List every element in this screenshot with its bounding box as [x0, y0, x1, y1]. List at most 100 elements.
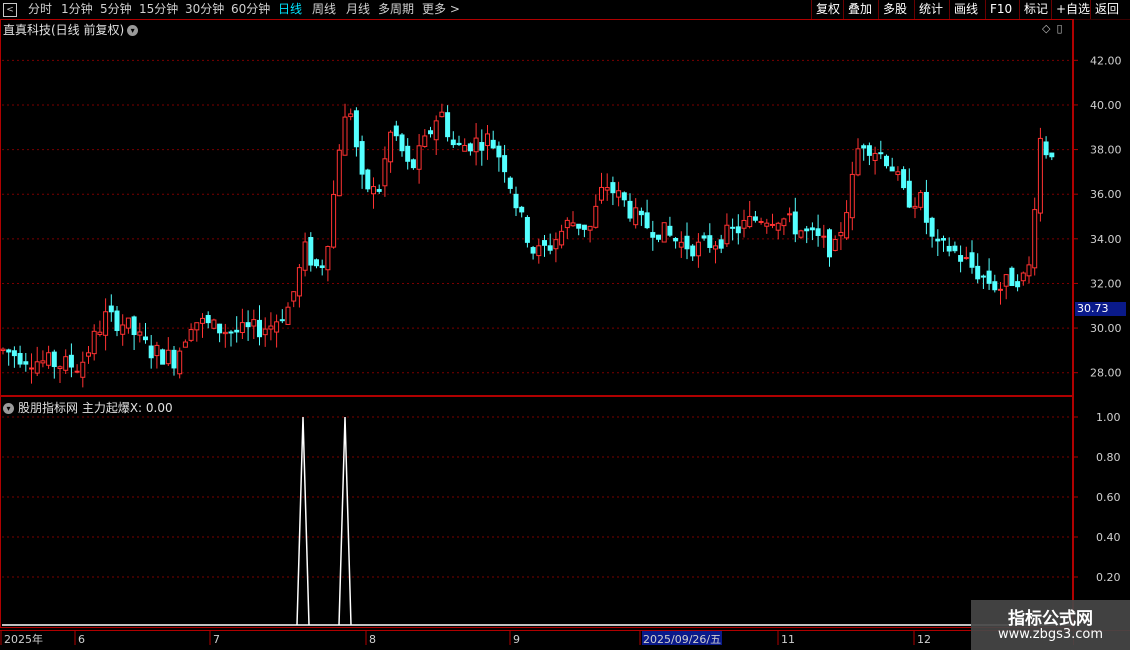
candle-up[interactable]	[251, 319, 257, 327]
candle-up[interactable]	[1026, 264, 1032, 277]
candle-down[interactable]	[1015, 281, 1021, 288]
candle-up[interactable]	[849, 173, 855, 219]
candle-up[interactable]	[120, 324, 126, 335]
candle-down[interactable]	[359, 141, 365, 175]
candle-down[interactable]	[1009, 267, 1015, 287]
candle-down[interactable]	[878, 152, 884, 155]
candle-down[interactable]	[735, 226, 741, 234]
candle-down[interactable]	[496, 145, 502, 158]
candle-down[interactable]	[638, 210, 644, 216]
candle-up[interactable]	[616, 190, 622, 198]
candle-down[interactable]	[479, 142, 485, 151]
candle-down[interactable]	[513, 193, 519, 209]
candle-down[interactable]	[51, 351, 57, 368]
candle-up[interactable]	[918, 192, 924, 208]
candle-down[interactable]	[884, 155, 889, 167]
candle-up[interactable]	[57, 366, 63, 370]
candle-down[interactable]	[519, 206, 525, 213]
candle-up[interactable]	[895, 171, 901, 176]
candle-up[interactable]	[302, 241, 308, 271]
candle-down[interactable]	[690, 245, 696, 257]
candle-down[interactable]	[861, 145, 867, 149]
candle-up[interactable]	[1032, 209, 1038, 269]
candle-down[interactable]	[160, 349, 166, 365]
candle-up[interactable]	[570, 222, 576, 227]
candle-up[interactable]	[91, 330, 97, 355]
candle-up[interactable]	[325, 246, 331, 271]
candle-up[interactable]	[200, 317, 205, 324]
candle-up[interactable]	[963, 257, 969, 260]
chevron-down-icon[interactable]: ▾	[3, 403, 14, 414]
candle-down[interactable]	[815, 228, 821, 236]
candle-down[interactable]	[456, 142, 462, 146]
candle-up[interactable]	[775, 222, 781, 231]
candle-up[interactable]	[781, 218, 787, 227]
candle-down[interactable]	[205, 315, 211, 324]
candle-down[interactable]	[730, 226, 736, 229]
candle-up[interactable]	[182, 341, 188, 348]
candle-down[interactable]	[929, 217, 935, 237]
candle-up[interactable]	[165, 349, 171, 365]
candle-up[interactable]	[998, 288, 1003, 291]
candle-up[interactable]	[758, 221, 764, 224]
candle-up[interactable]	[462, 144, 468, 152]
candle-down[interactable]	[131, 316, 137, 336]
candle-down[interactable]	[935, 238, 941, 242]
candle-up[interactable]	[382, 158, 388, 187]
candle-up[interactable]	[770, 223, 775, 226]
candle-up[interactable]	[1037, 137, 1043, 214]
candle-down[interactable]	[656, 234, 661, 240]
candle-down[interactable]	[17, 352, 23, 365]
candle-down[interactable]	[450, 139, 456, 146]
candle-down[interactable]	[952, 245, 958, 252]
candle-up[interactable]	[137, 331, 143, 336]
candle-down[interactable]	[530, 247, 536, 254]
candle-up[interactable]	[485, 133, 490, 147]
candle-down[interactable]	[969, 252, 975, 268]
candle-up[interactable]	[274, 321, 280, 333]
candle-up[interactable]	[416, 145, 422, 170]
candle-down[interactable]	[314, 259, 319, 267]
candle-down[interactable]	[581, 224, 587, 230]
candle-down[interactable]	[621, 192, 627, 201]
candle-up[interactable]	[821, 235, 827, 238]
candle-down[interactable]	[353, 110, 359, 148]
candle-up[interactable]	[553, 239, 559, 250]
candle-down[interactable]	[980, 275, 986, 278]
candle-up[interactable]	[599, 186, 604, 201]
candle-up[interactable]	[764, 222, 770, 227]
candle-up[interactable]	[473, 137, 479, 153]
candle-down[interactable]	[752, 216, 758, 221]
candle-up[interactable]	[695, 241, 701, 257]
candle-up[interactable]	[564, 219, 570, 229]
candle-down[interactable]	[975, 265, 981, 280]
candle-down[interactable]	[319, 265, 325, 268]
candle-down[interactable]	[507, 177, 513, 189]
candle-up[interactable]	[239, 322, 245, 334]
candle-down[interactable]	[576, 223, 582, 229]
candle-up[interactable]	[787, 213, 793, 216]
candle-up[interactable]	[1003, 274, 1009, 287]
candle-up[interactable]	[0, 348, 6, 352]
candle-down[interactable]	[257, 319, 262, 338]
candle-down[interactable]	[901, 169, 907, 189]
candle-up[interactable]	[633, 207, 639, 226]
candle-down[interactable]	[228, 331, 234, 334]
candle-down[interactable]	[673, 237, 679, 242]
candle-down[interactable]	[524, 217, 530, 243]
candle-down[interactable]	[667, 225, 673, 236]
candle-up[interactable]	[125, 317, 131, 329]
candle-up[interactable]	[211, 319, 217, 329]
candle-down[interactable]	[707, 235, 713, 248]
candle-down[interactable]	[809, 227, 815, 231]
candle-up[interactable]	[388, 131, 394, 163]
candle-down[interactable]	[906, 180, 912, 208]
candle-up[interactable]	[222, 331, 228, 335]
candle-up[interactable]	[40, 360, 46, 364]
candle-down[interactable]	[866, 145, 872, 156]
candle-down[interactable]	[6, 349, 12, 353]
candle-up[interactable]	[559, 230, 565, 246]
candle-up[interactable]	[604, 187, 610, 191]
candle-up[interactable]	[678, 241, 684, 248]
candle-down[interactable]	[804, 228, 810, 232]
